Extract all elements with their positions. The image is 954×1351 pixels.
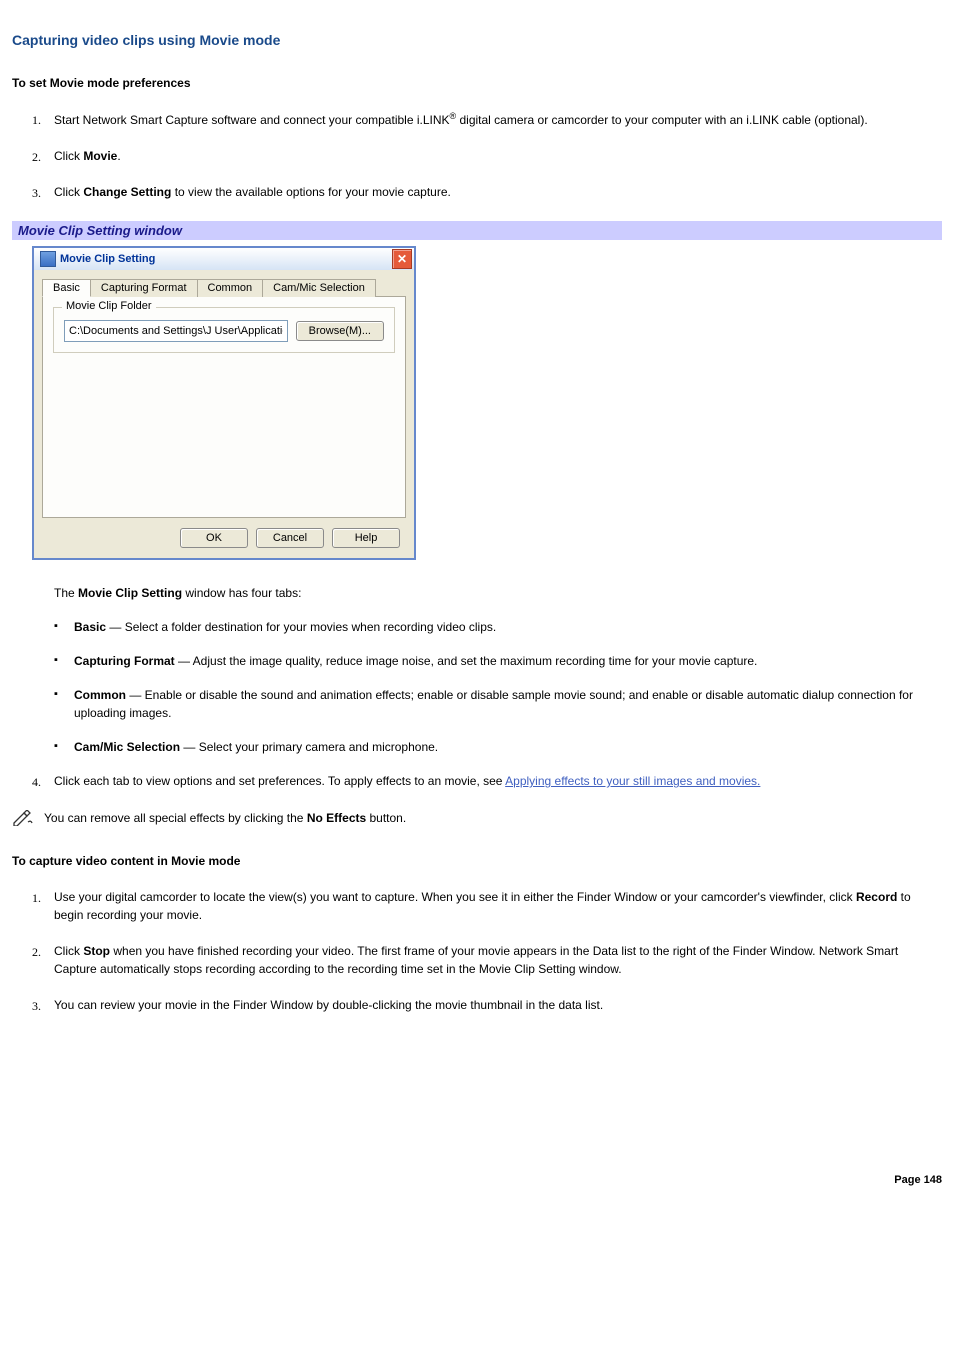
app-icon — [40, 251, 56, 267]
bold-term: No Effects — [307, 811, 366, 825]
figure-caption: Movie Clip Setting window — [12, 221, 942, 240]
applying-effects-link[interactable]: Applying effects to your still images an… — [505, 774, 760, 788]
step-number: 1. — [32, 111, 41, 129]
step-text: to view the available options for your m… — [171, 185, 450, 199]
list-item: Capturing Format — Adjust the image qual… — [54, 652, 942, 670]
step-number: 2. — [32, 943, 41, 961]
bold-term: Movie Clip Setting — [78, 586, 182, 600]
step-number: 3. — [32, 184, 41, 202]
step-1: 1. Use your digital camcorder to locate … — [12, 888, 942, 924]
bold-term: Record — [856, 890, 897, 904]
tab-panel-basic: Movie Clip Folder Browse(M)... — [42, 297, 406, 518]
tab-basic[interactable]: Basic — [42, 279, 91, 297]
bold-term: Common — [74, 688, 126, 702]
bold-term: Capturing Format — [74, 654, 175, 668]
step-text: Use your digital camcorder to locate the… — [54, 890, 856, 904]
page-number: Page 148 — [12, 1174, 942, 1186]
step-text: Start Network Smart Capture software and… — [54, 113, 450, 127]
bold-term: Stop — [83, 944, 110, 958]
dialog-titlebar: Movie Clip Setting ✕ — [34, 248, 414, 270]
tab-capturing-format[interactable]: Capturing Format — [90, 279, 198, 297]
step-text: Click each tab to view options and set p… — [54, 774, 505, 788]
step-text: digital camera or camcorder to your comp… — [456, 113, 868, 127]
tabs-intro: The Movie Clip Setting window has four t… — [54, 584, 942, 602]
dialog-tabstrip: Basic Capturing Format Common Cam/Mic Se… — [42, 278, 406, 297]
step-2: 2. Click Movie. — [12, 147, 942, 165]
note: You can remove all special effects by cl… — [12, 810, 942, 826]
step-text: Click — [54, 185, 83, 199]
step-3: 3. Click Change Setting to view the avai… — [12, 183, 942, 201]
step-text: Click — [54, 944, 83, 958]
section-heading-preferences: To set Movie mode preferences — [12, 76, 942, 90]
step-2: 2. Click Stop when you have finished rec… — [12, 942, 942, 978]
bold-term: Change Setting — [83, 185, 171, 199]
step-number: 4. — [32, 773, 41, 791]
section-heading-capture: To capture video content in Movie mode — [12, 854, 942, 868]
preferences-steps: 1. Start Network Smart Capture software … — [12, 110, 942, 201]
bold-term: Movie — [83, 149, 117, 163]
tab-cam-mic-selection[interactable]: Cam/Mic Selection — [262, 279, 376, 297]
step-number: 1. — [32, 889, 41, 907]
page-title: Capturing video clips using Movie mode — [12, 32, 942, 48]
group-label: Movie Clip Folder — [62, 300, 156, 312]
tab-description-list: Basic — Select a folder destination for … — [54, 618, 942, 756]
step-4: 4. Click each tab to view options and se… — [12, 772, 942, 790]
step-text: Click — [54, 149, 83, 163]
note-text: You can remove all special effects by cl… — [44, 811, 406, 825]
step-text: You can review your movie in the Finder … — [54, 998, 603, 1012]
bold-term: Basic — [74, 620, 106, 634]
step-3: 3. You can review your movie in the Find… — [12, 996, 942, 1014]
movie-clip-setting-dialog: Movie Clip Setting ✕ Basic Capturing For… — [32, 246, 416, 560]
step-1: 1. Start Network Smart Capture software … — [12, 110, 942, 129]
step-number: 3. — [32, 997, 41, 1015]
folder-path-input[interactable] — [64, 320, 288, 342]
step-number: 2. — [32, 148, 41, 166]
capture-steps: 1. Use your digital camcorder to locate … — [12, 888, 942, 1014]
step-text: . — [117, 149, 120, 163]
list-item: Basic — Select a folder destination for … — [54, 618, 942, 636]
dialog-title: Movie Clip Setting — [60, 253, 155, 265]
browse-button[interactable]: Browse(M)... — [296, 321, 384, 341]
close-icon[interactable]: ✕ — [392, 249, 412, 269]
tab-common[interactable]: Common — [197, 279, 264, 297]
ok-button[interactable]: OK — [180, 528, 248, 548]
step-4-container: 4. Click each tab to view options and se… — [12, 772, 942, 790]
note-icon — [12, 810, 34, 826]
movie-clip-folder-group: Movie Clip Folder Browse(M)... — [53, 307, 395, 353]
bold-term: Cam/Mic Selection — [74, 740, 180, 754]
list-item: Common — Enable or disable the sound and… — [54, 686, 942, 722]
list-item: Cam/Mic Selection — Select your primary … — [54, 738, 942, 756]
step-text: when you have finished recording your vi… — [54, 944, 898, 976]
cancel-button[interactable]: Cancel — [256, 528, 324, 548]
help-button[interactable]: Help — [332, 528, 400, 548]
